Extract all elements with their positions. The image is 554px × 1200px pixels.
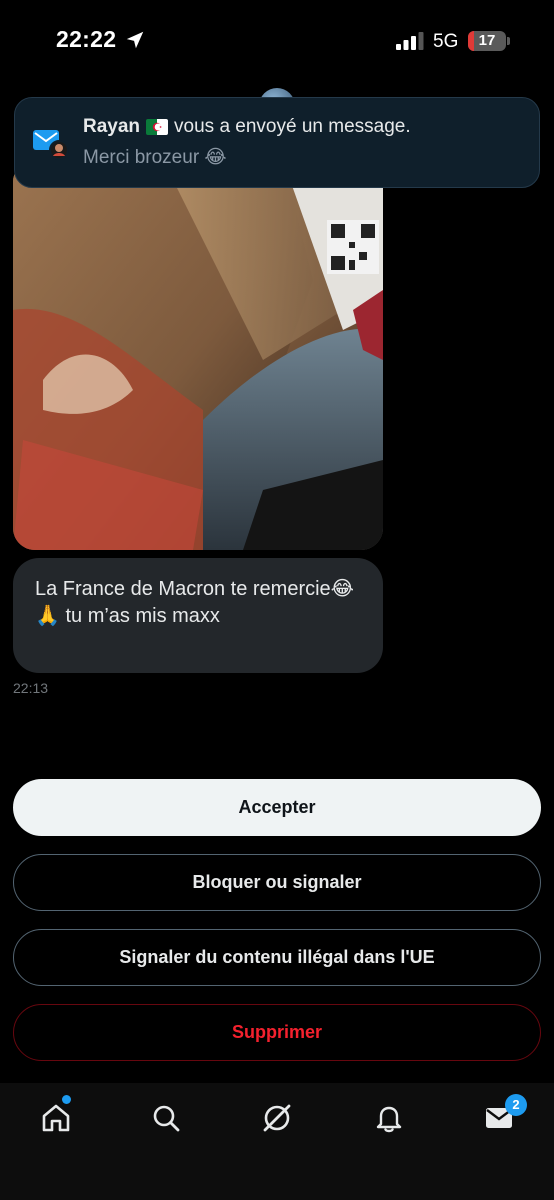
nav-grok[interactable] (257, 1098, 297, 1138)
message-text: La France de Macron te remercie😂🙏 tu m’a… (35, 578, 355, 627)
search-icon (153, 1105, 180, 1132)
nav-home[interactable] (36, 1098, 76, 1138)
message-photo[interactable] (13, 160, 383, 550)
accept-button[interactable]: Accepter (13, 779, 541, 836)
nav-search[interactable] (146, 1098, 186, 1138)
message-bubble[interactable]: La France de Macron te remercie😂🙏 tu m’a… (13, 558, 383, 673)
report-illegal-content-button[interactable]: Signaler du contenu illégal dans l'UE (13, 929, 541, 986)
algeria-flag-icon (146, 119, 169, 135)
nav-notifications[interactable] (369, 1098, 409, 1138)
network-type: 5G (433, 31, 459, 52)
notification-banner[interactable]: Rayan vous a envoyé un message. Merci bro… (14, 97, 540, 188)
photo-image (13, 160, 383, 550)
message-timestamp: 22:13 (13, 680, 49, 696)
battery-percent: 17 (478, 32, 496, 49)
status-bar: 22:22 5G 17 (0, 0, 554, 84)
battery-indicator: 17 (468, 31, 506, 51)
notification-preview: Merci brozeur 😂 (83, 147, 227, 168)
grok-icon (263, 1104, 291, 1132)
block-report-button[interactable]: Bloquer ou signaler (13, 854, 541, 911)
location-arrow-icon (126, 31, 144, 49)
mail-app-icon (33, 130, 69, 160)
notification-title: Rayan vous a envoyé un message. (83, 116, 411, 138)
battery-cap (507, 37, 510, 45)
delete-button[interactable]: Supprimer (13, 1004, 541, 1061)
notifications-icon (376, 1106, 402, 1133)
notification-sender: Rayan (83, 116, 141, 137)
notification-action: vous a envoyé un message. (174, 116, 411, 137)
messages-badge: 2 (505, 1094, 527, 1116)
bottom-nav: 2 (0, 1083, 554, 1200)
signal-icon (396, 32, 424, 50)
home-notification-dot (62, 1095, 71, 1104)
home-icon (42, 1104, 70, 1132)
status-time: 22:22 (56, 26, 117, 52)
